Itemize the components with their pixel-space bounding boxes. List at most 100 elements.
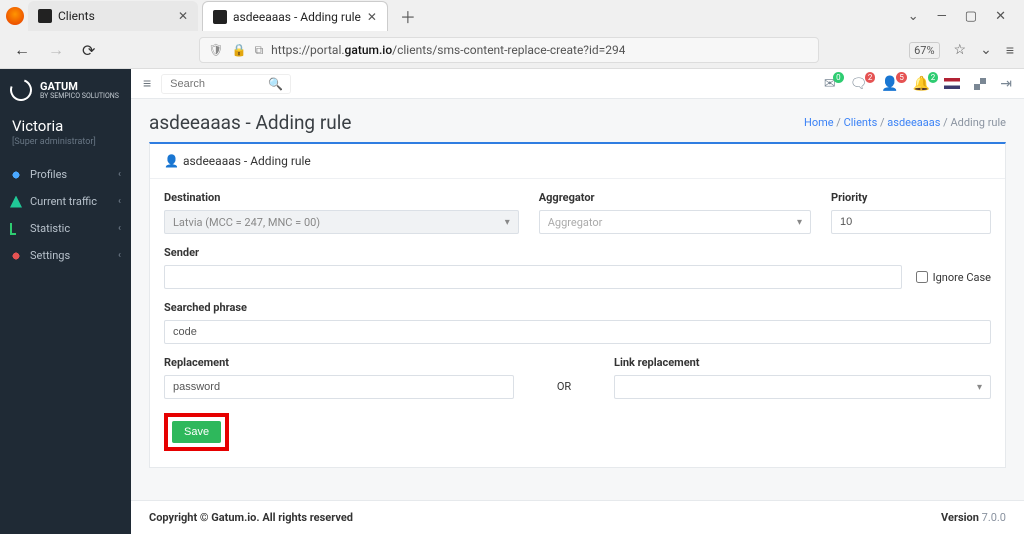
close-window-icon[interactable]: ✕ bbox=[995, 9, 1006, 24]
chevron-down-icon: ▾ bbox=[505, 217, 510, 228]
menu-icon[interactable]: ≡ bbox=[1006, 42, 1014, 59]
chevron-down-icon[interactable]: ⌄ bbox=[908, 9, 919, 24]
traffic-icon bbox=[10, 196, 22, 208]
ignore-case-checkbox[interactable]: Ignore Case bbox=[916, 271, 991, 284]
pocket-icon[interactable]: ⌄ bbox=[980, 42, 992, 58]
aggregator-placeholder: Aggregator bbox=[548, 216, 603, 229]
close-icon[interactable]: ✕ bbox=[178, 9, 188, 23]
breadcrumb: Home / Clients / asdeeaaas / Adding rule bbox=[804, 116, 1006, 129]
browser-tab[interactable]: asdeeaaas - Adding rule ✕ bbox=[202, 1, 388, 31]
aggregator-label: Aggregator bbox=[539, 191, 811, 204]
reload-button[interactable]: ⟳ bbox=[78, 41, 99, 60]
topbar: ≡ 🔍 ✉0 🗨2 👤5 🔔2 ⇥ bbox=[131, 69, 1024, 99]
footer-version-label: Version bbox=[941, 511, 982, 524]
searched-phrase-label: Searched phrase bbox=[164, 301, 991, 314]
breadcrumb-home[interactable]: Home bbox=[804, 116, 834, 129]
chevron-left-icon: ‹ bbox=[118, 250, 121, 261]
footer-copyright: Copyright © Gatum.io. All rights reserve… bbox=[149, 511, 353, 524]
profiles-icon bbox=[10, 169, 22, 181]
browser-chrome: Clients ✕ asdeeaaas - Adding rule ✕ ＋ ⌄ … bbox=[0, 0, 1024, 69]
form-card: 👤asdeeaaas - Adding rule Destination Lat… bbox=[149, 142, 1006, 468]
shield-icon: 🛡 bbox=[208, 43, 223, 57]
sidebar-item-label: Settings bbox=[30, 249, 70, 262]
link-replacement-select[interactable]: ▾ bbox=[614, 375, 991, 399]
browser-tab[interactable]: Clients ✕ bbox=[28, 1, 198, 31]
close-icon[interactable]: ✕ bbox=[367, 10, 377, 24]
breadcrumb-client[interactable]: asdeeaaas bbox=[887, 116, 940, 129]
destination-select[interactable]: Latvia (MCC = 247, MNC = 00) ▾ bbox=[164, 210, 519, 234]
main-content: ≡ 🔍 ✉0 🗨2 👤5 🔔2 ⇥ asdeeaaas - Adding rul… bbox=[131, 69, 1024, 534]
search-box[interactable]: 🔍 bbox=[161, 74, 291, 94]
sidebar-item-label: Statistic bbox=[30, 222, 70, 235]
forward-button: → bbox=[44, 40, 68, 60]
statistic-icon bbox=[10, 223, 22, 235]
language-flag-icon[interactable] bbox=[944, 78, 960, 89]
settings-icon bbox=[10, 250, 22, 262]
menu-toggle-icon[interactable]: ≡ bbox=[143, 75, 151, 92]
link-replacement-label: Link replacement bbox=[614, 356, 991, 369]
ignore-case-input[interactable] bbox=[916, 271, 928, 283]
indicator-icon[interactable]: 🔔2 bbox=[913, 76, 930, 92]
address-bar[interactable]: 🛡 🔒 ⧉ https://portal.gatum.io/clients/sm… bbox=[199, 37, 819, 63]
sidebar: GATUM BY SEMPICO SOLUTIONS Victoria [Sup… bbox=[0, 69, 131, 534]
maximize-icon[interactable]: ▢ bbox=[965, 9, 977, 24]
card-header: 👤asdeeaaas - Adding rule bbox=[150, 144, 1005, 179]
logout-icon[interactable]: ⇥ bbox=[1000, 76, 1012, 92]
or-label: OR bbox=[554, 380, 574, 399]
footer: Copyright © Gatum.io. All rights reserve… bbox=[131, 500, 1024, 534]
search-icon[interactable]: 🔍 bbox=[268, 77, 283, 91]
tab-title: Clients bbox=[58, 9, 95, 23]
indicator-icon[interactable]: 👤5 bbox=[881, 76, 898, 92]
breadcrumb-current: Adding rule bbox=[950, 116, 1006, 129]
footer-version: 7.0.0 bbox=[982, 511, 1006, 524]
aggregator-select[interactable]: Aggregator ▾ bbox=[539, 210, 811, 234]
username: Victoria bbox=[0, 107, 131, 137]
brand-subtitle: BY SEMPICO SOLUTIONS bbox=[40, 92, 119, 100]
bookmark-icon[interactable]: ☆ bbox=[954, 42, 967, 58]
sidebar-item-label: Profiles bbox=[30, 168, 67, 181]
url-text: https://portal.gatum.io/clients/sms-cont… bbox=[271, 43, 625, 57]
priority-label: Priority bbox=[831, 191, 991, 204]
sender-input[interactable] bbox=[164, 265, 902, 289]
user-icon: 👤 bbox=[164, 154, 179, 168]
tab-favicon bbox=[38, 9, 52, 23]
sender-label: Sender bbox=[164, 246, 991, 259]
replacement-input[interactable] bbox=[164, 375, 514, 399]
tab-title: asdeeaaas - Adding rule bbox=[233, 10, 361, 24]
destination-value: Latvia (MCC = 247, MNC = 00) bbox=[173, 216, 320, 229]
searched-phrase-input[interactable] bbox=[164, 320, 991, 344]
brand-name: GATUM bbox=[40, 81, 119, 92]
indicator-icon[interactable]: 🗨2 bbox=[850, 76, 868, 92]
sidebar-item-statistic[interactable]: Statistic ‹ bbox=[0, 215, 131, 242]
sidebar-item-current-traffic[interactable]: Current traffic ‹ bbox=[0, 188, 131, 215]
priority-input[interactable] bbox=[831, 210, 991, 234]
chevron-down-icon: ▾ bbox=[797, 217, 802, 228]
breadcrumb-clients[interactable]: Clients bbox=[844, 116, 878, 129]
save-highlight: Save bbox=[164, 413, 229, 451]
apps-grid-icon[interactable] bbox=[974, 78, 986, 90]
destination-label: Destination bbox=[164, 191, 519, 204]
user-role: [Super administrator] bbox=[0, 137, 131, 161]
sidebar-item-label: Current traffic bbox=[30, 195, 97, 208]
chevron-down-icon: ▾ bbox=[977, 382, 982, 393]
minimize-icon[interactable]: — bbox=[937, 9, 947, 24]
logo-icon bbox=[6, 75, 35, 104]
brand: GATUM BY SEMPICO SOLUTIONS bbox=[0, 69, 131, 107]
chevron-left-icon: ‹ bbox=[118, 169, 121, 180]
indicator-icon[interactable]: ✉0 bbox=[824, 76, 836, 92]
chevron-left-icon: ‹ bbox=[118, 223, 121, 234]
lock-icon: 🔒 bbox=[232, 43, 247, 57]
permissions-icon: ⧉ bbox=[255, 43, 264, 58]
chevron-left-icon: ‹ bbox=[118, 196, 121, 207]
page-title: asdeeaaas - Adding rule bbox=[149, 111, 351, 134]
sidebar-item-profiles[interactable]: Profiles ‹ bbox=[0, 161, 131, 188]
replacement-label: Replacement bbox=[164, 356, 514, 369]
back-button[interactable]: ← bbox=[10, 40, 34, 60]
new-tab-button[interactable]: ＋ bbox=[392, 4, 424, 28]
zoom-indicator[interactable]: 67% bbox=[909, 42, 939, 59]
sidebar-item-settings[interactable]: Settings ‹ bbox=[0, 242, 131, 269]
tab-favicon bbox=[213, 10, 227, 24]
firefox-icon bbox=[6, 7, 24, 25]
save-button[interactable]: Save bbox=[172, 421, 221, 443]
search-input[interactable] bbox=[170, 78, 260, 90]
